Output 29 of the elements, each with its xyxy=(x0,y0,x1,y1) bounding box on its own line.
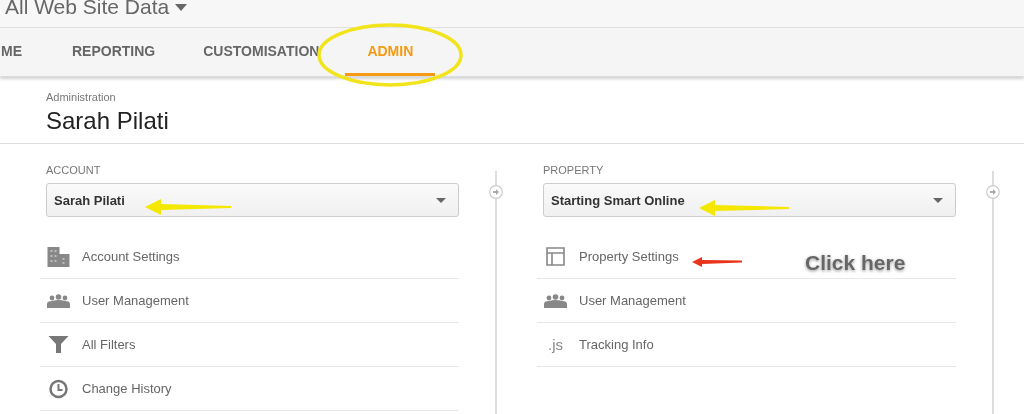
dropdown[interactable]: Sarah Pilati xyxy=(46,183,459,217)
pointer-arrow xyxy=(692,257,742,267)
people-icon xyxy=(46,293,71,308)
annotation-text: Click here xyxy=(805,251,906,275)
js-icon: .js xyxy=(543,336,568,353)
caret-icon xyxy=(933,197,943,203)
caret-icon xyxy=(175,3,188,11)
arrow-circle-icon xyxy=(986,185,1000,199)
filter-icon xyxy=(46,336,71,353)
arrow-circle-icon xyxy=(489,185,503,199)
menu-item[interactable]: User Management xyxy=(537,279,956,323)
people-icon xyxy=(543,293,568,308)
nav-tab[interactable]: CUSTOMISATION xyxy=(181,28,342,76)
nav-tab[interactable]: ME xyxy=(0,28,46,76)
building-icon xyxy=(46,246,71,267)
page-caption: Administration xyxy=(46,91,117,103)
nav-tab[interactable]: REPORTING xyxy=(50,28,178,76)
caret-icon xyxy=(436,197,446,203)
history-icon xyxy=(46,378,71,399)
menu-item[interactable]: Account Settings xyxy=(40,235,459,279)
menu-item[interactable]: All Filters xyxy=(40,323,459,367)
dropdown[interactable]: Starting Smart Online xyxy=(543,183,956,217)
column-heading: PROPERTY xyxy=(543,164,605,176)
column-heading: ACCOUNT xyxy=(46,164,102,176)
page-title: Sarah Pilati xyxy=(46,107,170,135)
layout-icon xyxy=(543,247,568,266)
menu-item[interactable]: User Management xyxy=(40,279,459,323)
menu-item[interactable]: Change History xyxy=(40,367,459,411)
menu-item[interactable]: .js Tracking Info xyxy=(537,323,956,367)
